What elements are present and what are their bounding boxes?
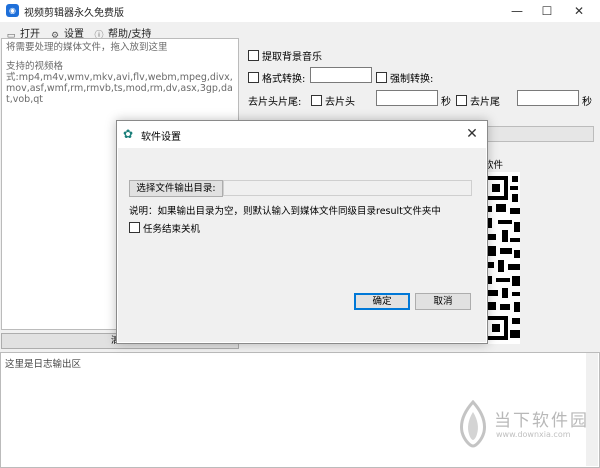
shutdown-option[interactable]: 任务结束关机	[129, 221, 200, 235]
watermark-text: 当下软件园	[494, 411, 589, 431]
menu-help[interactable]: ⓘ 帮助/支持	[94, 25, 151, 41]
format-convert-option[interactable]: 格式转换:	[248, 70, 305, 85]
trim-tail-seconds-input[interactable]	[517, 90, 579, 106]
title-bar: ◉ 视频剪辑器永久免费版 — ☐ ✕	[0, 0, 600, 22]
seconds-unit-1: 秒	[441, 97, 451, 108]
menu-settings[interactable]: ⚙ 设置	[50, 25, 84, 41]
extract-bgm-checkbox[interactable]	[248, 50, 259, 61]
dialog-title-bar: ✿ 软件设置 ✕	[117, 121, 487, 147]
watermark-logo-icon	[460, 400, 486, 448]
dialog-title: 软件设置	[141, 132, 181, 143]
trim-tail-checkbox[interactable]	[456, 95, 467, 106]
choose-output-dir-button[interactable]: 选择文件输出目录:	[129, 180, 223, 197]
formats-list: 式:mp4,m4v,wmv,mkv,avi,flv,webm,mpeg,divx…	[6, 72, 233, 105]
qr-code-image	[484, 172, 520, 344]
shutdown-checkbox[interactable]	[129, 222, 140, 233]
seconds-unit-2: 秒	[582, 97, 592, 108]
progress-bar	[484, 126, 594, 142]
format-convert-checkbox[interactable]	[248, 72, 259, 83]
formats-title: 支持的视频格	[6, 61, 64, 72]
settings-dialog: ✿ 软件设置 ✕ 选择文件输出目录: 说明：如果输出目录为空，则默认输入到媒体文…	[116, 120, 488, 344]
trim-head-seconds-input[interactable]	[376, 90, 438, 106]
format-input[interactable]	[310, 67, 372, 83]
close-icon[interactable]: ✕	[564, 0, 594, 22]
drop-hint: 将需要处理的媒体文件，拖入放到这里	[6, 42, 168, 53]
gear-icon: ✿	[123, 127, 134, 141]
force-convert-checkbox[interactable]	[376, 72, 387, 83]
trim-label: 去片头片尾:	[248, 97, 302, 108]
window-title: 视频剪辑器永久免费版	[24, 8, 124, 19]
maximize-icon[interactable]: ☐	[532, 0, 562, 22]
log-placeholder: 这里是日志输出区	[5, 359, 82, 370]
watermark: 当下软件园 www.downxia.com	[456, 398, 596, 458]
dialog-note: 说明：如果输出目录为空，则默认输入到媒体文件同级目录result文件夹中	[129, 206, 441, 217]
dialog-body: 选择文件输出目录: 说明：如果输出目录为空，则默认输入到媒体文件同级目录resu…	[118, 148, 486, 342]
qr-code	[484, 172, 520, 344]
minimize-icon[interactable]: —	[502, 0, 532, 22]
chat-bubble-icon: ◉	[6, 4, 19, 17]
trim-head-option[interactable]: 去片头	[311, 93, 355, 108]
extract-bgm-option[interactable]: 提取背景音乐	[248, 48, 322, 63]
menu-open[interactable]: ▭ 打开	[6, 25, 40, 41]
trim-tail-option[interactable]: 去片尾	[456, 93, 500, 108]
watermark-url: www.downxia.com	[496, 430, 571, 439]
output-dir-input[interactable]	[223, 180, 472, 196]
cancel-button[interactable]: 取消	[415, 293, 471, 310]
dialog-close-icon[interactable]: ✕	[461, 123, 483, 145]
ok-button[interactable]: 确定	[354, 293, 410, 310]
trim-head-checkbox[interactable]	[311, 95, 322, 106]
force-convert-option[interactable]: 强制转换:	[376, 70, 433, 85]
